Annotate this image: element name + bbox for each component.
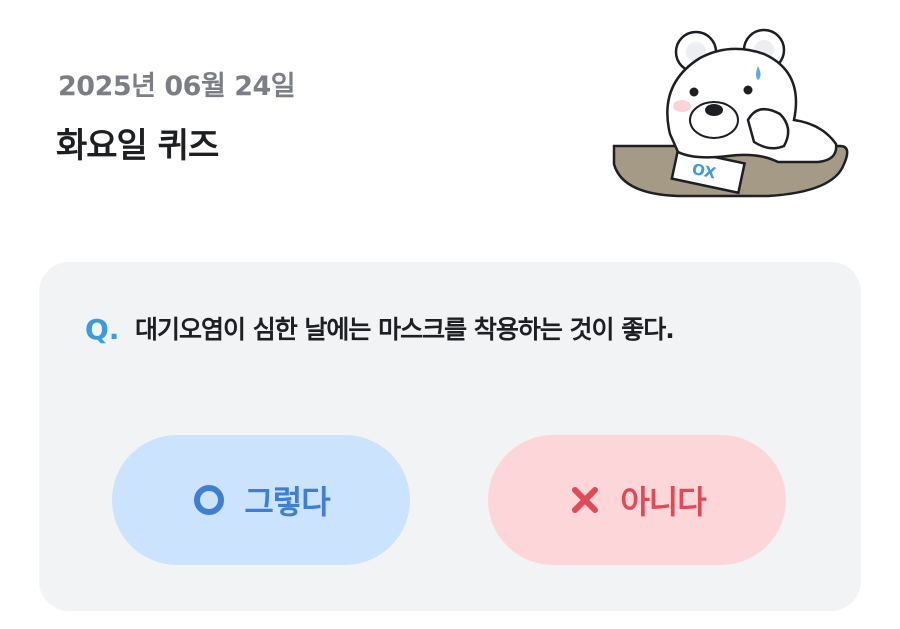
quiz-card: Q. 대기오염이 심한 날에는 마스크를 착용하는 것이 좋다. 그렇다 아니다 <box>39 262 861 611</box>
circle-o-icon <box>192 483 226 517</box>
cross-x-icon <box>568 483 602 517</box>
page-title: 화요일 퀴즈 <box>56 126 219 166</box>
answer-no-button[interactable]: 아니다 <box>488 435 786 565</box>
polar-bear-mascot-icon: OX <box>612 28 849 198</box>
answer-yes-button[interactable]: 그렇다 <box>112 435 410 565</box>
question-marker: Q. <box>85 313 120 346</box>
quiz-page: 2025년 06월 24일 화요일 퀴즈 OX Q. 대기오염이 심한 날에는 … <box>0 0 900 629</box>
answer-no-label: 아니다 <box>620 483 706 521</box>
question-text: 대기오염이 심한 날에는 마스크를 착용하는 것이 좋다. <box>135 315 675 344</box>
answer-yes-label: 그렇다 <box>244 483 330 521</box>
quiz-date: 2025년 06월 24일 <box>58 71 296 102</box>
